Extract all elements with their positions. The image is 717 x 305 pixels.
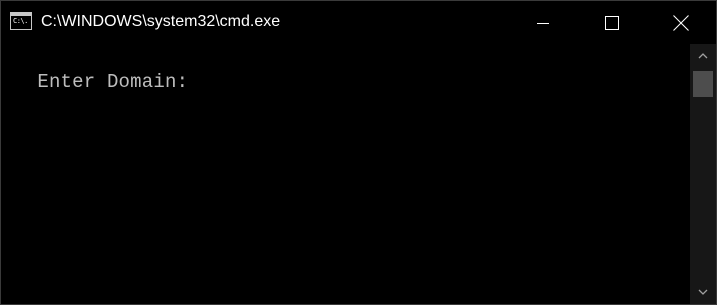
maximize-button[interactable]: [589, 1, 635, 44]
window-title: C:\WINDOWS\system32\cmd.exe: [41, 13, 281, 30]
scroll-up-button[interactable]: [690, 44, 716, 68]
console-output[interactable]: Enter Domain:: [1, 44, 690, 304]
title-bar[interactable]: C:\. C:\WINDOWS\system32\cmd.exe: [1, 1, 716, 44]
vertical-scrollbar[interactable]: [690, 44, 716, 304]
cmd-app-icon[interactable]: C:\.: [10, 12, 32, 30]
close-icon: [673, 14, 689, 31]
minimize-button[interactable]: [520, 1, 566, 44]
scroll-down-button[interactable]: [690, 280, 716, 304]
console-prompt-text: Enter Domain:: [37, 71, 189, 93]
close-button[interactable]: [658, 1, 704, 44]
console-window: C:\. C:\WINDOWS\system32\cmd.exe Enter D…: [0, 0, 717, 305]
maximize-icon: [605, 15, 619, 30]
minimize-icon: [537, 22, 549, 24]
chevron-up-icon: [698, 53, 708, 59]
console-line: Enter Domain:: [3, 49, 188, 115]
scroll-thumb[interactable]: [693, 71, 713, 97]
chevron-down-icon: [698, 289, 708, 295]
app-icon-text: C:\.: [13, 17, 28, 25]
